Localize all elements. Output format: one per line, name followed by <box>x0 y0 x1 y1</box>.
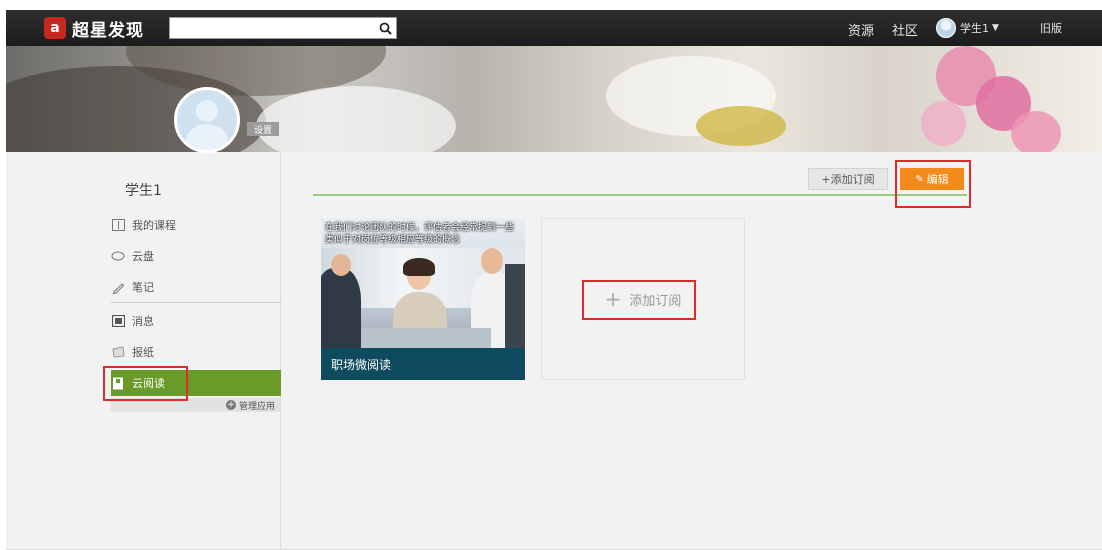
plus-circle-icon: + <box>225 400 236 410</box>
user-menu[interactable]: 学生1 ▼ <box>936 17 999 39</box>
highlight-box-add-subscription <box>582 280 696 320</box>
photo-shape <box>361 328 491 348</box>
sidebar-item-label: 云盘 <box>132 250 154 263</box>
note-icon <box>111 281 125 294</box>
nav-resources-link[interactable]: 资源 <box>848 20 874 39</box>
highlight-box-cloud-reading <box>103 366 188 401</box>
avatar-head-shape <box>196 100 218 122</box>
card-description: 在我们讨论团队的时候，评估者会经常提到一些类似于对岗位等级相应等级的概念 <box>325 223 515 245</box>
search-icon <box>379 22 392 35</box>
banner-shape <box>696 106 786 146</box>
add-subscription-button[interactable]: +添加订阅 <box>808 168 888 190</box>
sidebar-item-my-courses[interactable]: 我的课程 <box>111 212 281 238</box>
photo-shape <box>331 254 351 276</box>
top-navigation-bar: a 超星发现 资源 社区 学生1 ▼ 旧版 <box>6 10 1102 46</box>
avatar-body-shape <box>186 124 228 150</box>
banner-shape <box>921 101 966 146</box>
photo-shape <box>481 248 503 274</box>
course-icon <box>111 219 125 231</box>
cloud-icon <box>111 250 125 262</box>
banner-shape <box>256 86 456 152</box>
sidebar-item-messages[interactable]: 消息 <box>111 308 281 334</box>
search-button[interactable] <box>374 18 396 38</box>
profile-banner <box>6 46 1102 152</box>
photo-shape <box>505 264 525 348</box>
subscription-card-workplace-reading[interactable]: 在我们讨论团队的时候，评估者会经常提到一些类似于对岗位等级相应等级的概念 职场微… <box>321 218 525 380</box>
nav-community-link[interactable]: 社区 <box>892 20 918 39</box>
logo-text: 超星发现 <box>72 20 144 41</box>
highlight-box-edit <box>895 160 971 208</box>
section-divider <box>313 194 967 196</box>
sidebar-item-label: 报纸 <box>132 346 154 359</box>
app-window: a 超星发现 资源 社区 学生1 ▼ 旧版 设置 学生1 我的课程 云盘 笔记 … <box>6 10 1102 550</box>
sidebar-item-label: 笔记 <box>132 281 154 294</box>
chevron-down-icon: ▼ <box>992 23 999 33</box>
message-icon <box>111 315 125 327</box>
card-title: 职场微阅读 <box>321 348 525 380</box>
avatar-settings-button[interactable]: 设置 <box>247 122 279 136</box>
sidebar-item-notes[interactable]: 笔记 <box>111 274 281 300</box>
photo-shape <box>403 258 435 276</box>
photo-shape <box>321 268 361 348</box>
old-version-link[interactable]: 旧版 <box>1040 20 1062 36</box>
banner-shape <box>1011 111 1061 152</box>
sidebar: 学生1 我的课程 云盘 笔记 消息 报纸 云阅读 + 管理应用 <box>6 152 281 549</box>
sidebar-item-label: 消息 <box>132 315 154 328</box>
sidebar-item-newspaper[interactable]: 报纸 <box>111 339 281 365</box>
logo-icon: a <box>44 17 66 39</box>
profile-username: 学生1 <box>125 183 162 199</box>
sidebar-item-cloud-disk[interactable]: 云盘 <box>111 243 281 269</box>
search-box <box>169 17 397 39</box>
newspaper-icon <box>111 346 125 358</box>
sidebar-item-label: 我的课程 <box>132 219 176 232</box>
manage-apps-label: 管理应用 <box>238 401 275 412</box>
search-input[interactable] <box>170 18 374 38</box>
site-logo[interactable]: a 超星发现 <box>44 17 144 41</box>
user-name: 学生1 <box>960 22 989 35</box>
avatar <box>936 18 956 38</box>
profile-avatar[interactable] <box>174 87 240 153</box>
sidebar-divider <box>111 302 281 303</box>
